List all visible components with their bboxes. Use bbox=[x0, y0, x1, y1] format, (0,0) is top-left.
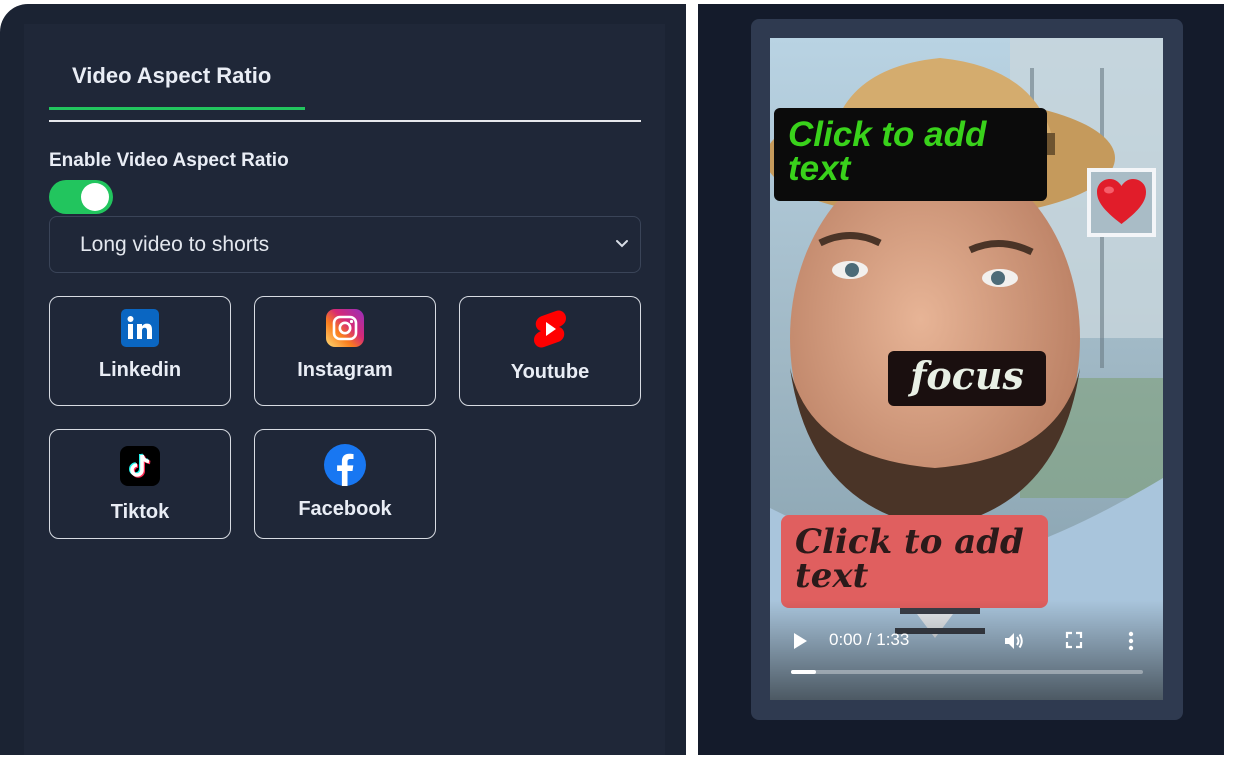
video-progress-bar[interactable] bbox=[791, 670, 1143, 674]
settings-card: Video Aspect Ratio Enable Video Aspect R… bbox=[24, 24, 665, 755]
play-icon[interactable] bbox=[792, 632, 808, 650]
platform-tiktok-button[interactable]: Tiktok bbox=[49, 429, 231, 539]
video-progress-fill bbox=[791, 670, 816, 674]
platform-label: Linkedin bbox=[98, 359, 182, 381]
platform-label: Instagram bbox=[297, 359, 393, 381]
tab-divider bbox=[49, 120, 641, 122]
video-controls-bar bbox=[770, 600, 1163, 700]
select-value: Long video to shorts bbox=[80, 233, 270, 256]
text-overlay-bottom[interactable]: Click to add text bbox=[781, 515, 1048, 608]
enable-aspect-ratio-label: Enable Video Aspect Ratio bbox=[49, 150, 289, 171]
aspect-ratio-select[interactable]: Long video to shorts bbox=[49, 216, 641, 273]
platform-label: Youtube bbox=[510, 361, 590, 383]
platform-facebook-button[interactable]: Facebook bbox=[254, 429, 436, 539]
linkedin-icon bbox=[121, 309, 159, 347]
text-overlay-top[interactable]: Click to add text bbox=[774, 108, 1047, 201]
platform-label: Tiktok bbox=[110, 501, 170, 523]
heart-icon bbox=[1097, 179, 1146, 224]
chevron-down-icon bbox=[616, 240, 628, 248]
focus-text-overlay[interactable]: focus bbox=[888, 351, 1046, 406]
platform-instagram-button[interactable]: Instagram bbox=[254, 296, 436, 406]
platform-label: Facebook bbox=[298, 498, 392, 520]
video-time: 0:00 / 1:33 bbox=[829, 630, 910, 649]
more-options-icon[interactable] bbox=[1128, 631, 1134, 651]
facebook-icon bbox=[324, 444, 366, 486]
toggle-knob bbox=[81, 183, 109, 211]
video-player[interactable]: Click to add text focus Click to add tex… bbox=[770, 38, 1163, 700]
fullscreen-icon[interactable] bbox=[1065, 631, 1083, 649]
volume-icon[interactable] bbox=[1003, 630, 1025, 652]
platform-linkedin-button[interactable]: Linkedin bbox=[49, 296, 231, 406]
heart-sticker[interactable] bbox=[1087, 168, 1156, 237]
enable-aspect-ratio-toggle[interactable] bbox=[49, 180, 113, 214]
youtube-shorts-icon bbox=[534, 310, 566, 348]
instagram-icon bbox=[326, 309, 364, 347]
preview-panel: Click to add text focus Click to add tex… bbox=[698, 4, 1224, 755]
tiktok-icon bbox=[120, 446, 160, 486]
platform-youtube-button[interactable]: Youtube bbox=[459, 296, 641, 406]
tab-video-aspect-ratio[interactable]: Video Aspect Ratio bbox=[49, 60, 305, 110]
settings-panel: Video Aspect Ratio Enable Video Aspect R… bbox=[0, 4, 686, 755]
video-frame: Click to add text focus Click to add tex… bbox=[751, 19, 1183, 720]
